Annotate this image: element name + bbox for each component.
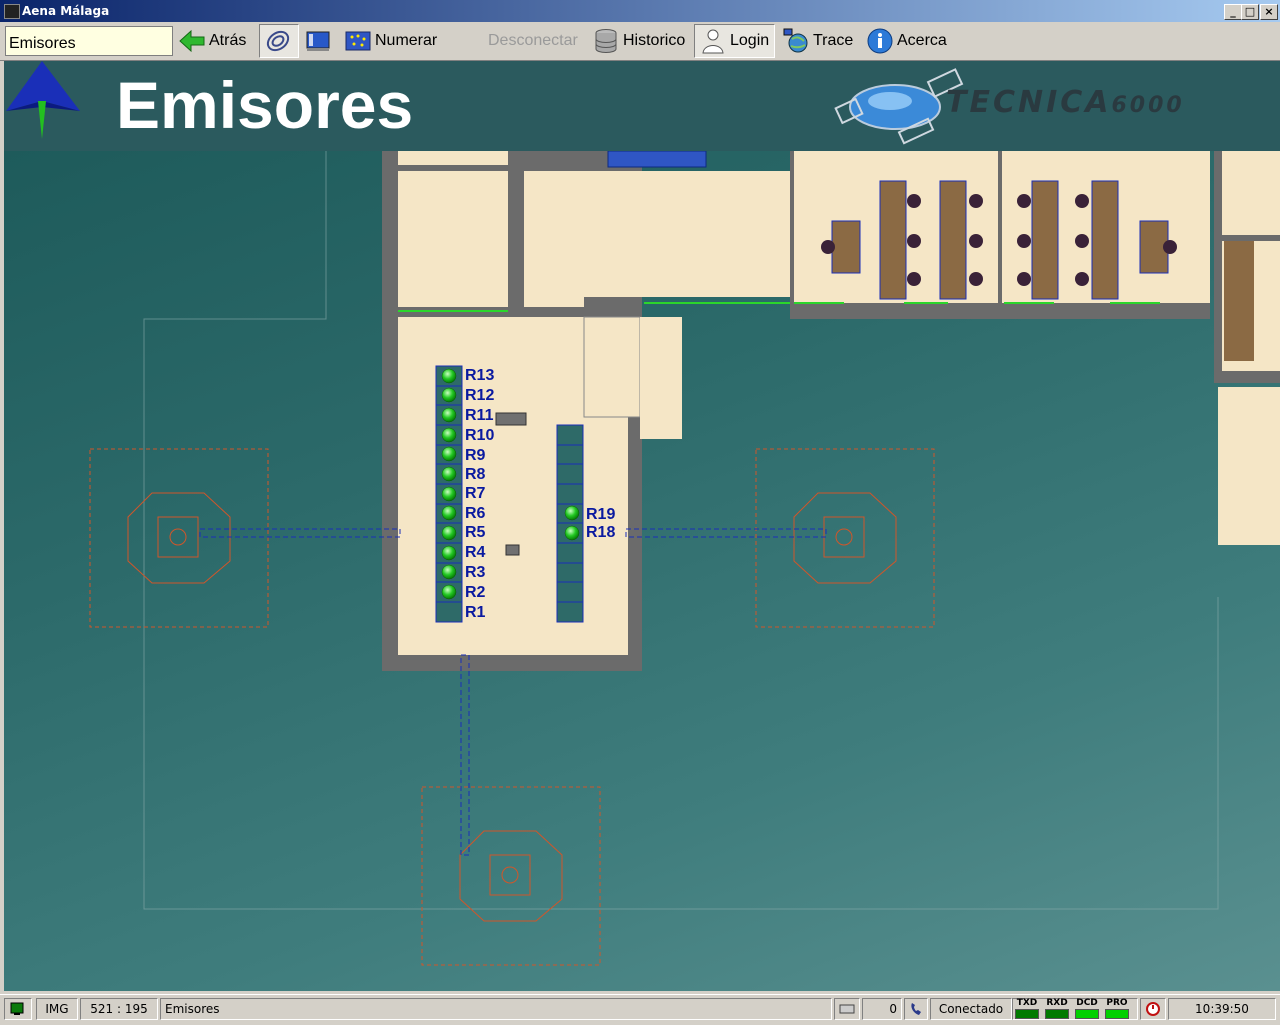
- back-button[interactable]: Atrás: [178, 24, 246, 58]
- status-keyboard: [834, 998, 860, 1020]
- rack-label[interactable]: R11: [465, 407, 493, 425]
- rack-label[interactable]: R1: [465, 604, 485, 622]
- led-r13: [441, 368, 457, 384]
- status-connection: Conectado: [930, 998, 1012, 1020]
- rack-label[interactable]: R19: [586, 506, 615, 524]
- history-button[interactable]: Historico: [592, 24, 685, 58]
- rack-label[interactable]: R10: [465, 427, 494, 445]
- status-bar: IMG 521 : 195 Emisores 0 Conectado TXD R…: [0, 994, 1280, 1025]
- monitor-icon: [306, 31, 330, 51]
- history-label: Historico: [623, 32, 686, 49]
- led-r19: [564, 505, 580, 521]
- disconnect-label: Desconectar: [488, 32, 578, 49]
- rack-label[interactable]: R2: [465, 584, 485, 602]
- monitor-small-icon: [10, 1002, 24, 1015]
- page-title: Emisores: [116, 68, 414, 142]
- network-icon: [783, 28, 808, 53]
- monitor-button[interactable]: [304, 24, 338, 58]
- led-r6: [441, 505, 457, 521]
- rack-label[interactable]: R5: [465, 524, 485, 542]
- trace-label: Trace: [813, 32, 854, 49]
- led-r12: [441, 387, 457, 403]
- alarm-icon: [1146, 1002, 1160, 1016]
- disconnect-button[interactable]: Desconectar: [488, 24, 578, 58]
- about-button[interactable]: Acerca: [866, 24, 947, 58]
- page-header: Emisores TECNICA6000: [4, 61, 1280, 151]
- rack-label[interactable]: R8: [465, 466, 485, 484]
- login-button[interactable]: Login: [694, 24, 775, 58]
- number-label: Numerar: [375, 32, 438, 49]
- status-phone: [904, 998, 928, 1020]
- user-icon: [702, 29, 724, 54]
- status-app-icon: [4, 998, 32, 1020]
- led-r2: [441, 584, 457, 600]
- rack-label[interactable]: R3: [465, 564, 485, 582]
- toolbar: Emisores Atrás Numerar Desconectar Histo…: [0, 22, 1280, 61]
- status-img: IMG: [36, 998, 78, 1020]
- led-rxd: RXD: [1044, 998, 1070, 1019]
- status-screen-name: Emisores: [160, 998, 832, 1020]
- logo-text: TECNICA6000: [946, 85, 1185, 120]
- grid-stars-icon: [345, 31, 371, 51]
- back-label: Atrás: [209, 32, 247, 49]
- database-icon: [595, 29, 617, 53]
- spiral-icon: [266, 30, 289, 52]
- led-r5: [441, 525, 457, 541]
- led-r9: [441, 446, 457, 462]
- led-dcd: DCD: [1074, 998, 1100, 1019]
- status-count: 0: [862, 998, 902, 1020]
- spiral-button[interactable]: [259, 24, 299, 58]
- floor-plan-canvas[interactable]: R13 R12 R11 R10 R9 R8 R7 R6 R5 R4 R3 R2 …: [4, 151, 1280, 991]
- rack-label[interactable]: R13: [465, 367, 494, 385]
- rack-label[interactable]: R4: [465, 544, 485, 562]
- rack-label[interactable]: R9: [465, 447, 485, 465]
- led-r7: [441, 486, 457, 502]
- rack-label[interactable]: R7: [465, 485, 485, 503]
- back-arrow-icon: [179, 29, 205, 53]
- led-r3: [441, 564, 457, 580]
- led-r8: [441, 466, 457, 482]
- screen-name-input[interactable]: Emisores: [5, 26, 173, 56]
- window-title: Aena Málaga: [22, 4, 110, 18]
- status-alarm: [1140, 998, 1166, 1020]
- login-label: Login: [730, 32, 770, 49]
- info-icon: [867, 28, 893, 54]
- led-r10: [441, 427, 457, 443]
- led-r18: [564, 525, 580, 541]
- compass-logo-icon: [6, 61, 80, 139]
- rack-label[interactable]: R12: [465, 387, 494, 405]
- about-label: Acerca: [897, 32, 947, 49]
- phone-icon: [911, 1003, 921, 1015]
- rack-label[interactable]: R6: [465, 505, 485, 523]
- app-icon: [4, 4, 20, 19]
- led-r4: [441, 545, 457, 561]
- title-bar: Aena Málaga _ □ ×: [0, 0, 1280, 22]
- minimize-button[interactable]: _: [1224, 4, 1242, 20]
- maximize-button[interactable]: □: [1241, 4, 1259, 20]
- trace-button[interactable]: Trace: [782, 24, 853, 58]
- led-txd: TXD: [1014, 998, 1040, 1019]
- status-coords: 521 : 195: [80, 998, 158, 1020]
- number-button[interactable]: Numerar: [344, 24, 437, 58]
- rack-leds: [441, 368, 580, 600]
- status-time: 10:39:50: [1168, 998, 1276, 1020]
- led-pro: PRO: [1104, 998, 1130, 1019]
- close-button[interactable]: ×: [1260, 4, 1278, 20]
- keyboard-icon: [839, 1004, 855, 1014]
- led-r11: [441, 407, 457, 423]
- rack-label[interactable]: R18: [586, 524, 615, 542]
